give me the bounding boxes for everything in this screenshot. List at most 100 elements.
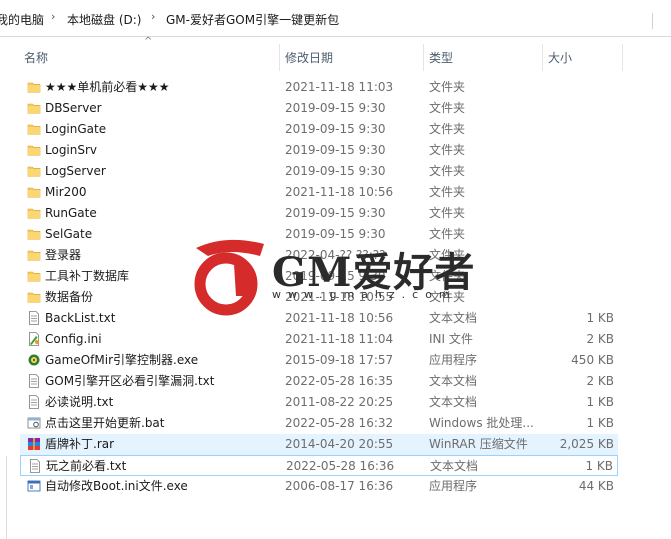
breadcrumb-my-computer[interactable]: 我的电脑 — [0, 11, 44, 28]
file-type: 文本文档 — [430, 459, 479, 473]
folder-icon — [27, 290, 41, 304]
file-row[interactable]: 必读说明.txt 2011-08-22 20:25 文本文档 1 KB — [20, 392, 618, 413]
pane-divider — [6, 456, 7, 539]
file-size: 2,025 KB — [559, 437, 614, 451]
file-size: 1 KB — [586, 416, 614, 430]
file-row[interactable]: DBServer 2019-09-15 9:30 文件夹 — [20, 98, 618, 119]
file-size: 450 KB — [571, 353, 614, 367]
file-modified-date: 2022-05-28 16:36 — [286, 459, 395, 473]
file-row[interactable]: 盾牌补丁.rar 2014-04-20 20:55 WinRAR 压缩文件 2,025… — [20, 434, 618, 455]
folder-icon — [27, 269, 41, 283]
file-size: 1 KB — [586, 311, 614, 325]
folder-icon — [27, 227, 41, 241]
file-size: 1 KB — [586, 395, 614, 409]
file-type: 文件夹 — [429, 164, 466, 178]
file-modified-date: 2021-11-18 11:04 — [285, 332, 394, 346]
file-modified-date: 2014-04-20 20:55 — [285, 437, 394, 451]
breadcrumb-current-folder[interactable]: GM-爱好者GOM引擎一键更新包 — [166, 11, 339, 28]
file-row[interactable]: LoginSrv 2019-09-15 9:30 文件夹 — [20, 140, 618, 161]
column-divider[interactable] — [423, 44, 424, 71]
watermark: GM爱好者 www.gmahz.com — [186, 234, 506, 318]
file-type: 文件夹 — [429, 206, 466, 220]
folder-icon — [27, 164, 41, 178]
breadcrumb-drive-d[interactable]: 本地磁盘 (D:) — [67, 11, 141, 28]
file-size: 1 KB — [585, 459, 613, 473]
file-row[interactable]: LoginGate 2019-09-15 9:30 文件夹 — [20, 119, 618, 140]
file-row[interactable]: ★★★单机前必看★★★ 2021-11-18 11:03 文件夹 — [20, 77, 618, 98]
watermark-url: www.gmahz.com — [272, 288, 457, 301]
file-name: GameOfMir引擎控制器.exe — [45, 353, 199, 367]
column-header-type[interactable]: 类型 — [425, 44, 542, 72]
file-type: 文本文档 — [429, 374, 478, 388]
file-name: 玩之前必看.txt — [46, 459, 127, 473]
file-row[interactable]: LogServer 2019-09-15 9:30 文件夹 — [20, 161, 618, 182]
file-type: 文本文档 — [429, 395, 478, 409]
exe-window-icon — [27, 479, 41, 493]
file-row[interactable]: Mir200 2021-11-18 10:56 文件夹 — [20, 182, 618, 203]
file-name: SelGate — [45, 227, 93, 241]
text-file-icon — [27, 311, 41, 325]
ini-file-icon — [27, 332, 41, 346]
text-file-icon — [28, 459, 42, 473]
file-modified-date: 2011-08-22 20:25 — [285, 395, 394, 409]
file-type: INI 文件 — [429, 332, 473, 346]
column-header-date[interactable]: 修改日期 — [281, 44, 423, 72]
file-modified-date: 2019-09-15 9:30 — [285, 206, 386, 220]
file-size: 2 KB — [586, 332, 614, 346]
file-name: Mir200 — [45, 185, 87, 199]
folder-icon — [27, 101, 41, 115]
file-name: DBServer — [45, 101, 102, 115]
file-modified-date: 2019-09-15 9:30 — [285, 101, 386, 115]
folder-icon — [27, 122, 41, 136]
file-row[interactable]: 点击这里开始更新.bat 2022-05-28 16:32 Windows 批处理.… — [20, 413, 618, 434]
file-type: 文件夹 — [429, 143, 466, 157]
file-type: Windows 批处理... — [429, 416, 534, 430]
column-header-size[interactable]: 大小 — [544, 44, 622, 72]
file-type: 文件夹 — [429, 80, 466, 94]
file-size: 2 KB — [586, 374, 614, 388]
file-row[interactable]: 自动修改Boot.ini文件.exe 2006-08-17 16:36 应用程序 44… — [20, 476, 618, 497]
file-type: 应用程序 — [429, 353, 478, 367]
folder-icon — [27, 206, 41, 220]
text-file-icon — [27, 395, 41, 409]
chevron-right-icon[interactable]: › — [51, 10, 55, 23]
folder-icon — [27, 143, 41, 157]
file-name: LoginGate — [45, 122, 107, 136]
file-name: LogServer — [45, 164, 106, 178]
column-divider[interactable] — [542, 44, 543, 71]
file-row[interactable]: GameOfMir引擎控制器.exe 2015-09-18 17:57 应用程序 45… — [20, 350, 618, 371]
address-bar[interactable]: 我的电脑 › 本地磁盘 (D:) › GM-爱好者GOM引擎一键更新包 — [0, 0, 671, 37]
file-name: 必读说明.txt — [45, 395, 114, 409]
file-name: 盾牌补丁.rar — [45, 437, 115, 451]
file-name: RunGate — [45, 206, 97, 220]
text-file-icon — [27, 374, 41, 388]
file-name: 点击这里开始更新.bat — [45, 416, 165, 430]
file-row[interactable]: Config.ini 2021-11-18 11:04 INI 文件 2 KB — [20, 329, 618, 350]
file-modified-date: 2019-09-15 9:30 — [285, 143, 386, 157]
file-name: 登录器 — [45, 248, 82, 262]
folder-icon — [27, 248, 41, 262]
file-modified-date: 2019-09-15 9:30 — [285, 122, 386, 136]
chevron-right-icon[interactable]: › — [151, 10, 155, 23]
file-row[interactable]: 玩之前必看.txt 2022-05-28 16:36 文本文档 1 KB — [20, 455, 618, 476]
file-name: ★★★单机前必看★★★ — [45, 80, 170, 94]
folder-icon — [27, 80, 41, 94]
file-name: LoginSrv — [45, 143, 98, 157]
file-name: 数据备份 — [45, 290, 94, 304]
file-type: 文件夹 — [429, 185, 466, 199]
rar-file-icon — [27, 437, 41, 451]
address-dropdown[interactable] — [652, 13, 671, 29]
file-row[interactable]: GOM引擎开区必看引擎漏洞.txt 2022-05-28 16:35 文本文档 2 K… — [20, 371, 618, 392]
column-header-name[interactable]: 名称 — [20, 44, 279, 72]
file-type: 文件夹 — [429, 122, 466, 136]
file-modified-date: 2021-11-18 11:03 — [285, 80, 394, 94]
column-divider[interactable] — [279, 44, 280, 71]
column-divider[interactable] — [622, 44, 623, 71]
file-name: Config.ini — [45, 332, 102, 346]
file-type: 文件夹 — [429, 101, 466, 115]
file-name: 自动修改Boot.ini文件.exe — [45, 479, 188, 493]
file-type: WinRAR 压缩文件 — [429, 437, 528, 451]
file-row[interactable]: RunGate 2019-09-15 9:30 文件夹 — [20, 203, 618, 224]
file-modified-date: 2022-05-28 16:35 — [285, 374, 394, 388]
file-modified-date: 2015-09-18 17:57 — [285, 353, 394, 367]
